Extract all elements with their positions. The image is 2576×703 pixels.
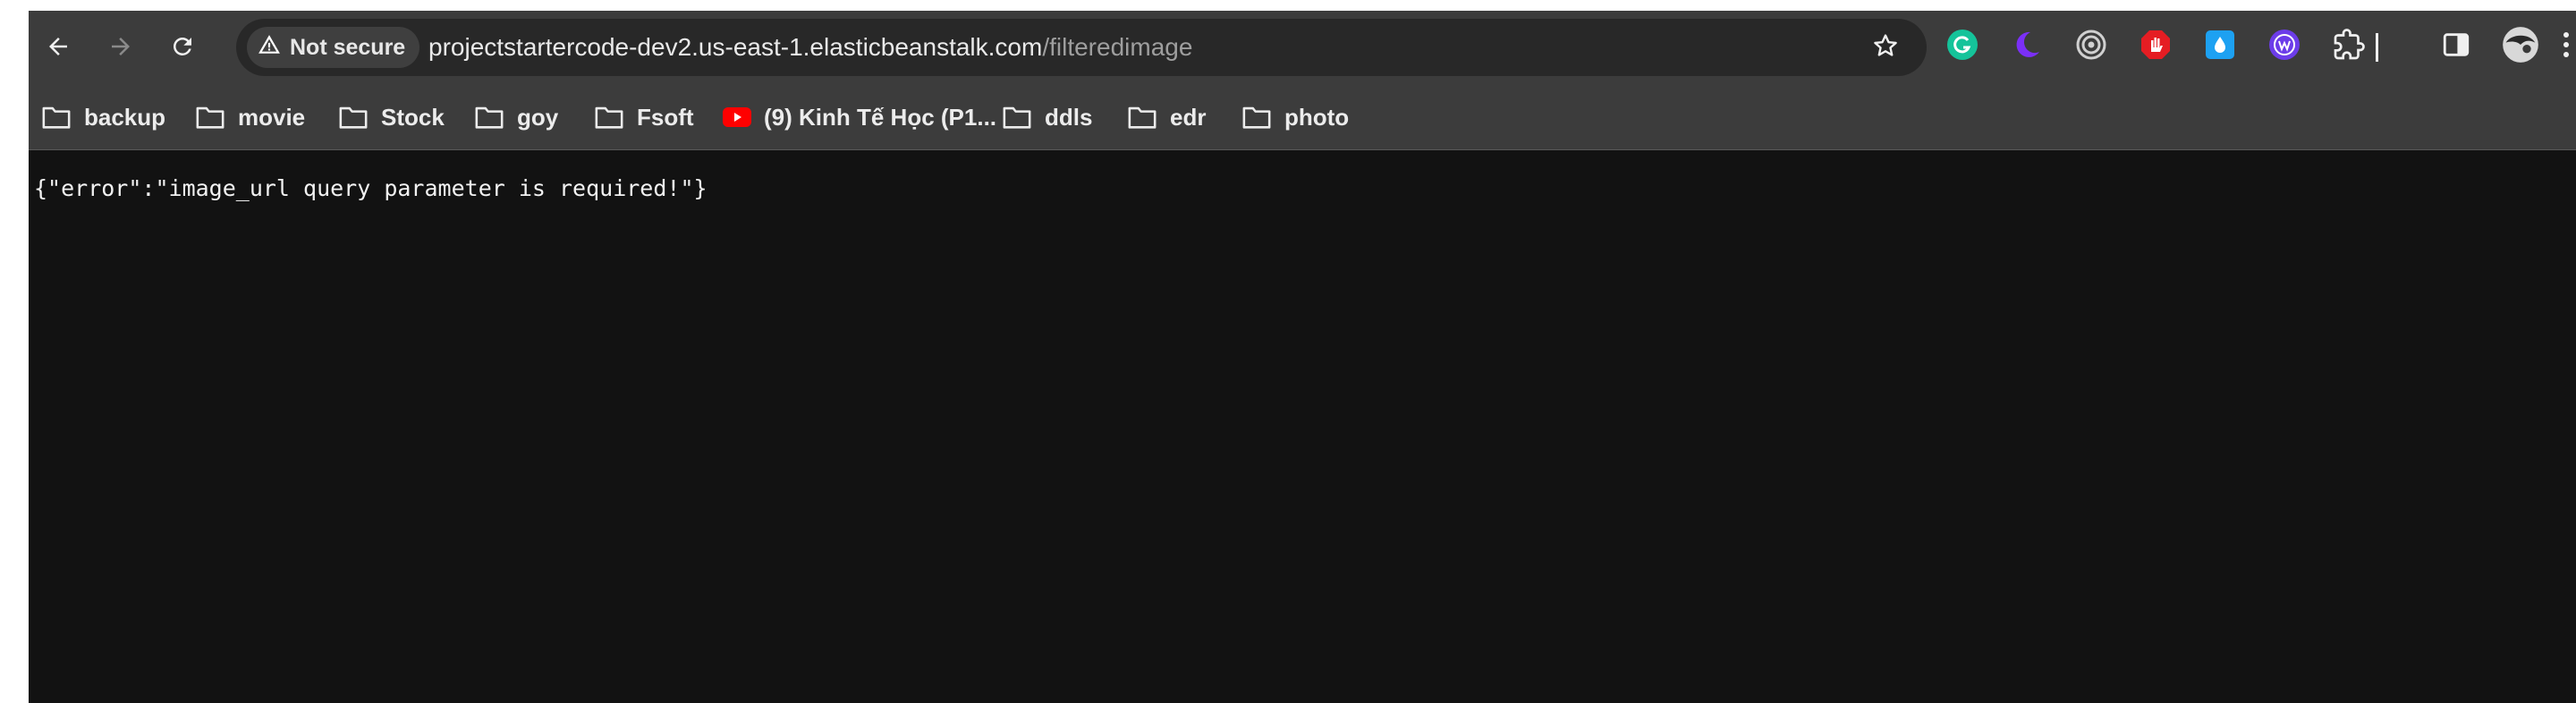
side-panel-icon <box>2441 30 2471 64</box>
bookmark-backup[interactable]: backup <box>41 85 165 149</box>
bookmark-photo[interactable]: photo <box>1241 85 1349 149</box>
dark-mode-moon-icon <box>2011 29 2043 65</box>
grammarly-extension[interactable] <box>1945 29 1980 64</box>
folder-icon <box>195 104 225 131</box>
url-host: projectstartercode-dev2.us-east-1.elasti… <box>428 33 1043 61</box>
bookmark-label: movie <box>238 103 306 131</box>
folder-icon <box>594 104 624 131</box>
forward-button[interactable] <box>101 27 140 66</box>
more-vertical-icon <box>2563 31 2570 63</box>
bookmarks-bar: backup movie Stock goy Fsoft (9) Kinh Tế… <box>29 85 2576 150</box>
back-button[interactable] <box>38 27 78 66</box>
bookmark-edr[interactable]: edr <box>1127 85 1206 149</box>
chrome-menu-button[interactable] <box>2556 29 2576 64</box>
grammarly-icon <box>1946 29 1979 65</box>
wappalyzer-extension[interactable] <box>2267 29 2302 64</box>
wappalyzer-icon <box>2268 29 2301 65</box>
bookmark-fsoft[interactable]: Fsoft <box>594 85 694 149</box>
water-drop-icon <box>2204 29 2236 65</box>
url-text[interactable]: projectstartercode-dev2.us-east-1.elasti… <box>428 19 1192 76</box>
bookmark-ddls[interactable]: ddls <box>1002 85 1092 149</box>
bookmark-label: goy <box>517 103 559 131</box>
bookmark-label: edr <box>1170 103 1207 131</box>
reload-button[interactable] <box>163 27 202 66</box>
side-panel-button[interactable] <box>2438 29 2474 64</box>
back-arrow-icon <box>45 33 72 60</box>
folder-icon <box>1127 104 1157 131</box>
bookmark-label: backup <box>84 103 166 131</box>
bookmark-label: (9) Kinh Tế Học (P1... <box>764 103 997 131</box>
bookmark-goy[interactable]: goy <box>474 85 558 149</box>
bookmark-label: ddls <box>1045 103 1093 131</box>
adblock-hand-icon <box>2140 29 2172 65</box>
profile-button[interactable] <box>2503 26 2538 64</box>
target-icon <box>2075 29 2107 65</box>
warning-triangle-icon <box>258 33 281 63</box>
reload-icon <box>169 33 196 60</box>
bookmark-label: photo <box>1284 103 1350 131</box>
browser-toolbar: Not secure projectstartercode-dev2.us-ea… <box>29 11 2576 85</box>
toolbar-separator <box>2376 33 2378 62</box>
folder-icon <box>1002 104 1032 131</box>
profile-avatar-icon <box>2502 26 2539 68</box>
bookmark-kinh-te-hoc[interactable]: (9) Kinh Tế Học (P1... <box>723 85 996 149</box>
star-icon <box>1871 31 1900 64</box>
security-label: Not secure <box>290 34 406 60</box>
address-bar[interactable]: Not secure projectstartercode-dev2.us-ea… <box>236 19 1927 76</box>
extensions-puzzle-icon <box>2333 28 2365 65</box>
folder-icon <box>1241 104 1272 131</box>
bookmark-stock[interactable]: Stock <box>338 85 445 149</box>
forward-arrow-icon <box>107 33 134 60</box>
youtube-icon <box>723 106 751 128</box>
water-drop-extension[interactable] <box>2202 29 2238 64</box>
url-path: /filteredimage <box>1042 33 1193 61</box>
browser-window: Not secure projectstartercode-dev2.us-ea… <box>29 11 2576 703</box>
adblock-extension[interactable] <box>2138 29 2174 64</box>
json-response-text: {"error":"image_url query parameter is r… <box>34 175 708 201</box>
folder-icon <box>41 104 72 131</box>
dark-mode-extension[interactable] <box>2009 29 2045 64</box>
folder-icon <box>338 104 369 131</box>
security-indicator[interactable]: Not secure <box>247 27 420 68</box>
extensions-button[interactable] <box>2331 28 2367 65</box>
target-extension[interactable] <box>2073 29 2109 64</box>
folder-icon <box>474 104 504 131</box>
bookmark-movie[interactable]: movie <box>195 85 305 149</box>
bookmark-label: Stock <box>381 103 445 131</box>
bookmark-star-button[interactable] <box>1868 30 1903 65</box>
bookmark-label: Fsoft <box>637 103 694 131</box>
